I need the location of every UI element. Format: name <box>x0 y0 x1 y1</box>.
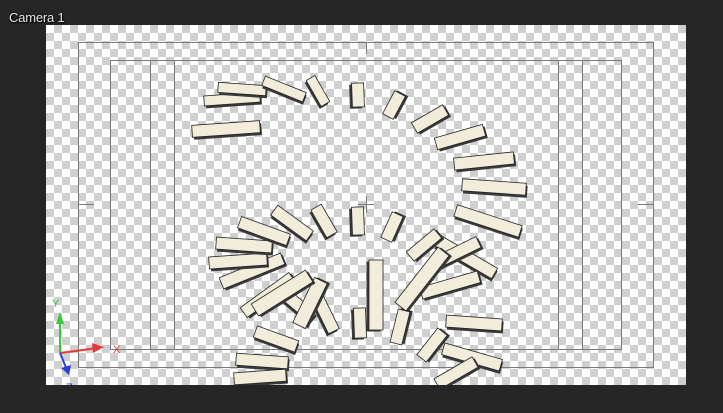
domino-block <box>410 104 452 135</box>
y-axis-arrow <box>56 312 64 324</box>
domino-block <box>382 90 409 120</box>
domino-block <box>233 368 289 385</box>
domino-block <box>461 178 528 198</box>
viewport-canvas[interactable]: Y X Z <box>46 25 686 385</box>
domino-block <box>445 314 504 334</box>
domino-blocks <box>191 74 528 385</box>
domino-block <box>235 352 290 372</box>
domino-block-face <box>353 307 367 339</box>
domino-block-face <box>453 151 515 171</box>
z-axis-label: Z <box>66 382 73 385</box>
x-axis-arrow <box>92 343 104 353</box>
y-axis-label: Y <box>52 298 60 310</box>
domino-block <box>309 203 338 241</box>
domino-block <box>261 75 307 105</box>
domino-block <box>453 151 517 173</box>
domino-block <box>433 123 488 152</box>
camera-label: Camera 1 <box>9 10 65 25</box>
domino-block <box>252 325 300 356</box>
domino-block <box>349 206 365 237</box>
domino-block-face <box>351 206 365 236</box>
domino-block <box>389 308 413 346</box>
domino-block <box>351 307 367 340</box>
domino-block <box>191 120 263 140</box>
domino-block-face <box>433 123 487 151</box>
domino-block <box>304 74 331 110</box>
domino-block-face <box>368 259 384 331</box>
z-axis-arrow <box>61 365 71 375</box>
domino-block <box>349 82 365 109</box>
x-axis-label: X <box>113 344 121 356</box>
domino-block <box>366 259 384 332</box>
domino-block <box>380 211 407 243</box>
scene-svg: Y X Z <box>52 42 654 385</box>
domino-block-face <box>351 82 365 108</box>
domino-block <box>453 204 523 241</box>
domino-block-face <box>252 325 300 353</box>
